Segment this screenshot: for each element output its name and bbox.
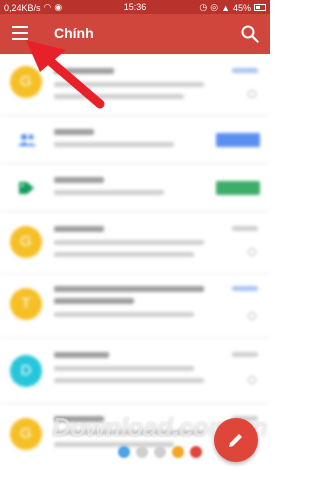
people-icon [18,134,36,146]
category-chip [216,181,260,195]
avatar: G [10,226,42,258]
page-title: Chính [54,25,94,41]
list-item[interactable]: D [0,338,270,404]
avatar: T [10,288,42,320]
app-bar: Chính [0,14,270,54]
battery-icon [254,4,266,11]
compose-button[interactable] [214,418,258,462]
search-icon[interactable] [240,24,260,44]
list-item[interactable]: G [0,212,270,274]
tag-icon [19,182,34,194]
star-icon[interactable] [248,248,256,256]
battery-level: 45% [232,2,251,13]
watermark-dots [118,446,202,458]
status-bar: 0,24KB/s ◠ ◉ 15:36 ◷ ◎ ▲ 45% [0,0,270,14]
menu-icon[interactable] [12,26,28,40]
list-item[interactable]: T [0,274,270,338]
avatar: G [10,418,42,450]
category-row-promotions[interactable] [0,164,270,212]
category-chip [216,133,260,147]
list-item[interactable]: G [0,54,270,116]
avatar: G [10,66,42,98]
category-row-social[interactable] [0,116,270,164]
star-icon[interactable] [248,90,256,98]
alarm-icon: ◷ [199,2,208,12]
status-right: ◷ ◎ ▲ 45% [199,2,266,13]
eye-icon: ◎ [210,2,219,12]
star-icon[interactable] [248,376,256,384]
avatar: D [10,355,42,387]
star-icon[interactable] [248,312,256,320]
pencil-icon [229,434,242,447]
signal-icon: ▲ [221,2,230,13]
